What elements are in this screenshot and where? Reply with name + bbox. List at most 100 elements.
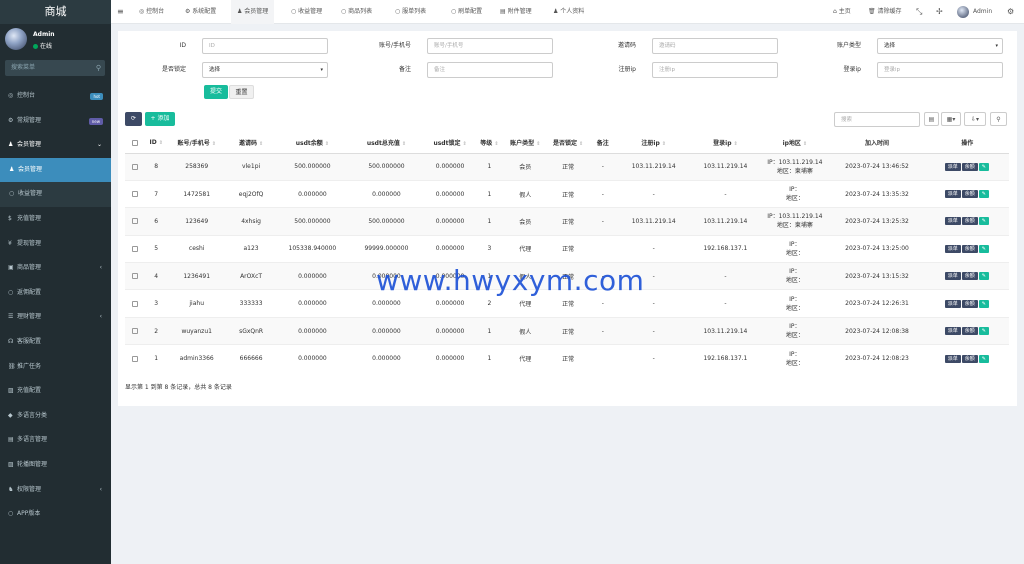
- column-header[interactable]: 账号/手机号 ⇕: [166, 133, 227, 154]
- sidebar-item-1[interactable]: ⚙ 常规管理 new: [0, 109, 111, 134]
- table-search-input[interactable]: 搜索: [834, 112, 920, 127]
- sort-icon[interactable]: ⇕: [734, 141, 738, 147]
- column-header[interactable]: usdt余额 ⇕: [275, 133, 350, 154]
- select-all-checkbox[interactable]: [132, 139, 139, 146]
- filter-input[interactable]: 账号/手机号: [427, 38, 553, 54]
- sort-icon[interactable]: ⇕: [579, 141, 583, 147]
- sort-icon[interactable]: ⇕: [212, 141, 216, 147]
- tab-2[interactable]: ♟ 会员管理: [231, 0, 275, 24]
- sidebar-item-4[interactable]: ○ 收益管理: [0, 182, 111, 207]
- tab-0[interactable]: ◎ 控制台: [133, 0, 170, 24]
- edit-icon[interactable]: ✎: [978, 244, 989, 253]
- expand-icon[interactable]: ✢: [936, 0, 943, 24]
- gear-icon[interactable]: ⚙: [1007, 0, 1014, 24]
- add-button[interactable]: + 添加: [145, 112, 175, 126]
- balance-button[interactable]: 余额: [961, 354, 978, 363]
- edit-icon[interactable]: ✎: [978, 354, 989, 363]
- dispatch-button[interactable]: 派单: [944, 272, 961, 281]
- tab-3[interactable]: ○ 收益管理: [285, 0, 328, 24]
- balance-button[interactable]: 余额: [961, 162, 978, 171]
- tab-8[interactable]: ♟ 个人资料: [547, 0, 590, 24]
- column-header[interactable]: ip地区 ⇕: [761, 133, 829, 154]
- edit-icon[interactable]: ✎: [978, 272, 989, 281]
- sort-icon[interactable]: ⇕: [462, 141, 466, 147]
- sidebar-item-9[interactable]: ☰ 理财管理 ‹: [0, 305, 111, 330]
- sort-icon[interactable]: ⇕: [159, 140, 163, 146]
- column-header[interactable]: 操作: [925, 133, 1009, 154]
- sidebar-item-8[interactable]: ○ 返佣配置: [0, 281, 111, 306]
- sort-icon[interactable]: ⇕: [402, 141, 406, 147]
- row-checkbox[interactable]: [132, 328, 139, 335]
- balance-button[interactable]: 余额: [961, 217, 978, 226]
- row-checkbox[interactable]: [132, 355, 139, 362]
- row-checkbox[interactable]: [132, 245, 139, 252]
- submit-button[interactable]: 提交: [204, 85, 228, 99]
- dispatch-button[interactable]: 派单: [944, 217, 961, 226]
- sidebar-item-13[interactable]: ◆ 多语言分类: [0, 404, 111, 429]
- filter-select[interactable]: 选择 ▾: [877, 38, 1003, 54]
- sort-icon[interactable]: ⇕: [259, 141, 263, 147]
- filter-input[interactable]: ID: [202, 38, 328, 54]
- filter-input[interactable]: 邀请码: [652, 38, 778, 54]
- column-header[interactable]: usdt总充值 ⇕: [349, 133, 424, 154]
- logo[interactable]: 商城: [0, 0, 111, 24]
- refresh-button[interactable]: ⟳: [125, 112, 142, 126]
- sidebar-item-7[interactable]: ▣ 商品管理 ‹: [0, 256, 111, 281]
- edit-icon[interactable]: ✎: [978, 190, 989, 199]
- column-header[interactable]: 备注: [587, 133, 618, 154]
- edit-icon[interactable]: ✎: [978, 217, 989, 226]
- balance-button[interactable]: 余额: [961, 327, 978, 336]
- dispatch-button[interactable]: 派单: [944, 299, 961, 308]
- column-header[interactable]: 账户类型 ⇕: [502, 133, 549, 154]
- sidebar-item-5[interactable]: $ 充值管理: [0, 207, 111, 232]
- sidebar-item-15[interactable]: ▨ 轮播图管理: [0, 453, 111, 478]
- sidebar-item-12[interactable]: ▨ 充值配置: [0, 379, 111, 404]
- tab-5[interactable]: ○ 服单列表: [389, 0, 432, 24]
- sort-icon[interactable]: ⇕: [536, 141, 540, 147]
- sort-icon[interactable]: ⇕: [325, 141, 329, 147]
- column-header[interactable]: 等级 ⇕: [476, 133, 503, 154]
- balance-button[interactable]: 余额: [961, 272, 978, 281]
- filter-select[interactable]: 选择 ▾: [202, 62, 328, 78]
- balance-button[interactable]: 余额: [961, 299, 978, 308]
- filter-input[interactable]: 登录ip: [877, 62, 1003, 78]
- sort-icon[interactable]: ⇕: [494, 141, 498, 147]
- home-link[interactable]: ⌂ 主页: [833, 0, 851, 24]
- column-header[interactable]: ID ⇕: [145, 133, 167, 154]
- user-menu[interactable]: Admin: [957, 0, 992, 24]
- column-header[interactable]: 邀请码 ⇕: [226, 133, 276, 154]
- row-checkbox[interactable]: [132, 273, 139, 280]
- sidebar-item-10[interactable]: ☊ 客服配置: [0, 330, 111, 355]
- tab-4[interactable]: ○ 商品列表: [335, 0, 378, 24]
- edit-icon[interactable]: ✎: [978, 327, 989, 336]
- sidebar-item-2[interactable]: ♟ 会员管理 ⌄: [0, 133, 111, 158]
- dispatch-button[interactable]: 派单: [944, 190, 961, 199]
- column-header[interactable]: 是否锁定 ⇕: [548, 133, 588, 154]
- row-checkbox[interactable]: [132, 191, 139, 198]
- balance-button[interactable]: 余额: [961, 244, 978, 253]
- sidebar-item-0[interactable]: ◎ 控制台 hot: [0, 84, 111, 109]
- filter-input[interactable]: 注册ip: [652, 62, 778, 78]
- column-header[interactable]: 加入时间: [828, 133, 926, 154]
- tab-6[interactable]: ○ 刷单配置: [445, 0, 488, 24]
- column-header[interactable]: 登录ip ⇕: [689, 133, 762, 154]
- column-header[interactable]: 注册ip ⇕: [617, 133, 690, 154]
- sidebar-item-16[interactable]: ♞ 权限管理 ‹: [0, 478, 111, 503]
- sort-icon[interactable]: ⇕: [803, 141, 807, 147]
- search-icon[interactable]: ⚲: [96, 60, 101, 76]
- sidebar-search[interactable]: 搜索菜单 ⚲: [5, 60, 105, 76]
- sidebar-item-3[interactable]: ♟ 会员管理: [0, 157, 111, 183]
- dispatch-button[interactable]: 派单: [944, 162, 961, 171]
- column-header[interactable]: usdt锁定 ⇕: [423, 133, 477, 154]
- toggle-view-icon[interactable]: ▤: [924, 112, 939, 126]
- sidebar-item-6[interactable]: ¥ 提现管理: [0, 232, 111, 257]
- clear-cache-button[interactable]: 🗑 清除缓存: [868, 0, 902, 24]
- row-checkbox[interactable]: [132, 300, 139, 307]
- dispatch-button[interactable]: 派单: [944, 354, 961, 363]
- tab-7[interactable]: ▤ 附件管理: [494, 0, 538, 24]
- search-toggle-icon[interactable]: ⚲: [990, 112, 1007, 126]
- dispatch-button[interactable]: 派单: [944, 327, 961, 336]
- balance-button[interactable]: 余额: [961, 190, 978, 199]
- columns-icon[interactable]: ▦▾: [941, 112, 961, 126]
- edit-icon[interactable]: ✎: [978, 299, 989, 308]
